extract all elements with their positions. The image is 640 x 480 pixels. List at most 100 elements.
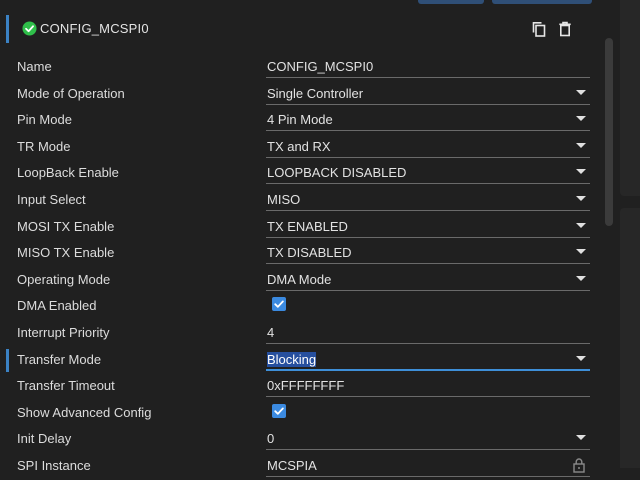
field-underline <box>266 368 590 371</box>
checkmark-icon <box>274 407 284 415</box>
mosi-tx-enable-value: TX ENABLED <box>267 218 348 234</box>
field-underline <box>266 236 590 238</box>
mode-of-operation-value: Single Controller <box>267 85 364 101</box>
field-label-miso-tx-enable: MISO TX Enable <box>17 245 115 261</box>
transfer-timeout-value: 0xFFFFFFFF <box>267 378 345 394</box>
field-label-mosi-tx-enable: MOSI TX Enable <box>17 218 115 234</box>
copy-icon[interactable] <box>530 20 548 38</box>
field-label-init-delay: Init Delay <box>17 431 72 447</box>
field-label-transfer-timeout: Transfer Timeout <box>17 378 115 394</box>
field-underline <box>266 183 590 185</box>
field-row-miso-tx-enable: MISO TX Enable TX DISABLED <box>0 240 600 267</box>
field-label-interrupt-priority: Interrupt Priority <box>17 324 110 340</box>
field-underline <box>266 342 590 344</box>
field-row-operating-mode: Operating Mode DMA Mode <box>0 267 600 294</box>
tr-mode-dropdown[interactable]: TX and RX <box>266 134 590 158</box>
top-action-button-left[interactable] <box>418 0 484 4</box>
chevron-down-icon[interactable] <box>576 355 586 361</box>
mosi-tx-enable-dropdown[interactable]: TX ENABLED <box>266 214 590 238</box>
dma-enabled-checkbox-box[interactable] <box>272 297 286 312</box>
field-row-transfer-timeout: Transfer Timeout 0xFFFFFFFF <box>0 373 600 400</box>
operating-mode-value: DMA Mode <box>267 271 332 287</box>
field-row-show-advanced-config: Show Advanced Config <box>0 400 600 427</box>
side-panel-top <box>620 0 640 196</box>
field-row-spi-instance: SPI Instance MCSPIA <box>0 453 600 480</box>
loopback-enable-dropdown[interactable]: LOOPBACK DISABLED <box>266 160 590 185</box>
tr-mode-value: TX and RX <box>267 138 331 154</box>
chevron-down-icon[interactable] <box>576 249 586 255</box>
field-row-init-delay: Init Delay 0 <box>0 426 600 453</box>
chevron-down-icon[interactable] <box>576 169 586 175</box>
dma-enabled-checkbox[interactable] <box>266 293 590 317</box>
field-label-show-advanced-config: Show Advanced Config <box>17 404 152 420</box>
check-circle-icon <box>22 21 37 36</box>
field-row-name: Name CONFIG_MCSPI0 <box>0 54 600 81</box>
chevron-down-icon[interactable] <box>576 116 586 122</box>
field-underline <box>266 156 590 158</box>
operating-mode-dropdown[interactable]: DMA Mode <box>266 267 590 291</box>
spi-instance-dropdown: MCSPIA <box>266 453 590 477</box>
transfer-mode-dropdown[interactable]: Blocking <box>266 347 590 371</box>
transfer-timeout-input[interactable]: 0xFFFFFFFF <box>266 373 590 398</box>
field-row-input-select: Input Select MISO <box>0 187 600 214</box>
field-underline <box>266 475 590 477</box>
scrollbar-thumb[interactable] <box>605 38 613 226</box>
loopback-enable-value: LOOPBACK DISABLED <box>267 165 407 181</box>
field-row-pin-mode: Pin Mode 4 Pin Mode <box>0 107 600 134</box>
panel-title: CONFIG_MCSPI0 <box>40 21 149 36</box>
mode-of-operation-dropdown[interactable]: Single Controller <box>266 81 590 105</box>
lock-icon <box>573 458 585 473</box>
field-label-pin-mode: Pin Mode <box>17 112 72 128</box>
input-select-dropdown[interactable]: MISO <box>266 187 590 211</box>
side-panel-bottom <box>620 208 640 468</box>
focus-accent-bar <box>6 348 9 372</box>
pin-mode-value: 4 Pin Mode <box>267 112 333 128</box>
field-row-mosi-tx-enable: MOSI TX Enable TX ENABLED <box>0 214 600 241</box>
init-delay-dropdown[interactable]: 0 <box>266 426 590 451</box>
field-label-operating-mode: Operating Mode <box>17 271 111 287</box>
interrupt-priority-input[interactable]: 4 <box>266 320 590 344</box>
interrupt-priority-value: 4 <box>267 324 275 340</box>
field-row-dma-enabled: DMA Enabled <box>0 293 600 320</box>
config-panel-header[interactable]: CONFIG_MCSPI0 <box>0 9 600 49</box>
transfer-mode-value: Blocking <box>267 351 317 367</box>
field-underline <box>266 103 590 105</box>
miso-tx-enable-value: TX DISABLED <box>267 245 352 261</box>
show-advanced-config-checkbox-box[interactable] <box>272 403 286 418</box>
field-underline <box>266 130 590 132</box>
field-underline <box>266 396 590 398</box>
field-label-dma-enabled: DMA Enabled <box>17 298 97 314</box>
field-underline <box>266 289 590 291</box>
trash-icon[interactable] <box>556 20 574 38</box>
miso-tx-enable-dropdown[interactable]: TX DISABLED <box>266 240 590 265</box>
field-underline <box>266 209 590 211</box>
chevron-down-icon[interactable] <box>576 222 586 228</box>
field-underline <box>266 77 590 78</box>
chevron-down-icon[interactable] <box>576 275 586 281</box>
field-label-tr-mode: TR Mode <box>17 138 71 154</box>
chevron-down-icon[interactable] <box>576 195 586 201</box>
pin-mode-dropdown[interactable]: 4 Pin Mode <box>266 107 590 132</box>
config-fields: Name CONFIG_MCSPI0 Mode of Operation Single… <box>0 54 600 480</box>
input-select-value: MISO <box>267 191 301 207</box>
field-underline <box>266 263 590 265</box>
name-value: CONFIG_MCSPI0 <box>267 59 374 74</box>
top-action-button-right[interactable] <box>492 0 592 4</box>
chevron-down-icon[interactable] <box>576 435 586 441</box>
header-accent-bar <box>6 15 9 43</box>
field-label-input-select: Input Select <box>17 191 86 207</box>
field-label-loopback-enable: LoopBack Enable <box>17 165 119 181</box>
show-advanced-config-checkbox[interactable] <box>266 400 590 424</box>
field-label-mode-of-operation: Mode of Operation <box>17 85 125 101</box>
spi-instance-value: MCSPIA <box>267 457 317 473</box>
field-row-tr-mode: TR Mode TX and RX <box>0 134 600 161</box>
field-row-mode-of-operation: Mode of Operation Single Controller <box>0 81 600 108</box>
name-input[interactable]: CONFIG_MCSPI0 <box>266 54 590 78</box>
field-row-interrupt-priority: Interrupt Priority 4 <box>0 320 600 347</box>
field-label-spi-instance: SPI Instance <box>17 457 91 473</box>
field-row-transfer-mode: Transfer Mode Blocking <box>0 347 600 374</box>
field-label-transfer-mode: Transfer Mode <box>17 351 102 367</box>
chevron-down-icon[interactable] <box>576 142 586 148</box>
field-label-name: Name <box>17 59 52 74</box>
chevron-down-icon[interactable] <box>576 89 586 95</box>
